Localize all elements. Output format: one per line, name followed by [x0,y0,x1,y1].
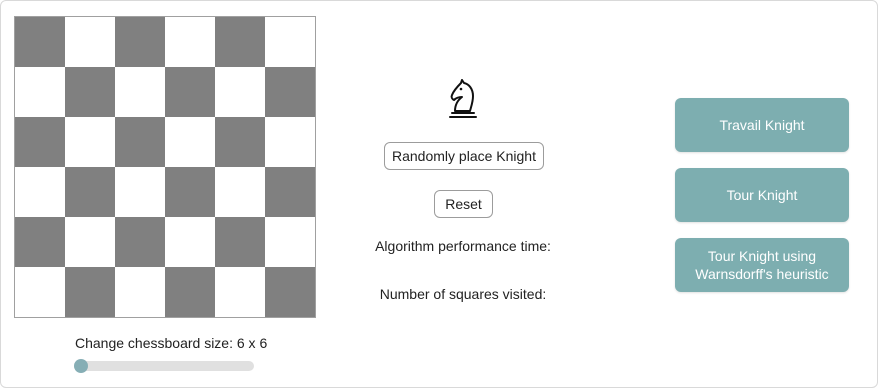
board-square[interactable] [215,67,265,117]
chess-knight-icon [449,79,477,118]
board-square[interactable] [65,267,115,317]
board-square[interactable] [265,117,315,167]
board-square[interactable] [65,167,115,217]
warnsdorff-tour-button[interactable]: Tour Knight using Warnsdorff's heuristic [675,238,849,292]
board-square[interactable] [265,217,315,267]
performance-time-label: Algorithm performance time: [375,238,551,254]
board-size-label: Change chessboard size: 6 x 6 [75,335,268,351]
board-square[interactable] [115,117,165,167]
board-square[interactable] [165,167,215,217]
slider-thumb[interactable] [74,359,88,373]
board-square[interactable] [165,67,215,117]
chessboard[interactable] [14,16,316,318]
tour-knight-button[interactable]: Tour Knight [675,168,849,222]
board-square[interactable] [15,167,65,217]
board-square[interactable] [115,17,165,67]
board-square[interactable] [15,267,65,317]
board-square[interactable] [115,67,165,117]
board-square[interactable] [115,167,165,217]
board-square[interactable] [65,17,115,67]
board-square[interactable] [165,17,215,67]
board-square[interactable] [115,217,165,267]
board-square[interactable] [265,67,315,117]
travail-knight-button[interactable]: Travail Knight [675,98,849,152]
board-square[interactable] [165,117,215,167]
randomly-place-knight-button[interactable]: Randomly place Knight [384,142,544,170]
board-square[interactable] [215,217,265,267]
board-square[interactable] [215,167,265,217]
board-square[interactable] [265,267,315,317]
board-square[interactable] [65,117,115,167]
board-square[interactable] [65,67,115,117]
board-square[interactable] [165,217,215,267]
board-square[interactable] [215,17,265,67]
board-square[interactable] [265,167,315,217]
board-square[interactable] [215,267,265,317]
squares-visited-label: Number of squares visited: [379,286,547,302]
board-square[interactable] [15,67,65,117]
board-square[interactable] [115,267,165,317]
reset-button[interactable]: Reset [434,190,493,218]
board-square[interactable] [15,217,65,267]
board-square[interactable] [15,117,65,167]
board-square[interactable] [215,117,265,167]
board-square[interactable] [165,267,215,317]
board-size-slider[interactable] [74,359,254,373]
board-square[interactable] [265,17,315,67]
board-square[interactable] [15,17,65,67]
board-square[interactable] [65,217,115,267]
